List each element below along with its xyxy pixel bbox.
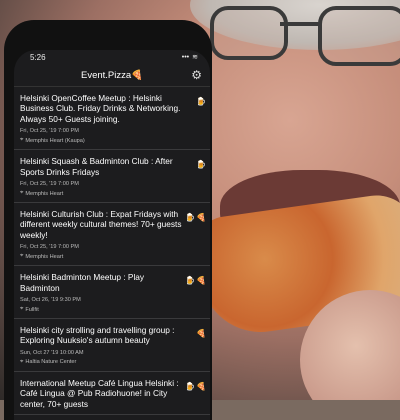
glasses-lens-left: [210, 6, 288, 60]
pizza-emoji-icon: 🍕: [196, 276, 206, 286]
list-item[interactable]: Helsinki Squash & Badminton Club : After…: [14, 150, 210, 204]
event-title: International Meetup Café Lingua Helsink…: [20, 377, 179, 409]
location-pin-icon: ⌖: [20, 253, 24, 260]
location-pin-icon: ⌖: [20, 137, 24, 144]
beer-emoji-icon: 🍺: [196, 160, 206, 170]
event-list: Helsinki OpenCoffee Meetup : Helsinki Bu…: [14, 87, 210, 416]
phone-frame: 5:26 ••• ≋ Event.Pizza🍕 ⚙ Helsinki OpenC…: [4, 20, 212, 420]
event-title: Helsinki Culturish Club : Expat Fridays …: [20, 209, 182, 240]
event-venue: Haltia Nature Center: [25, 359, 77, 366]
debug-banner-corner: [190, 50, 210, 64]
location-pin-icon: ⌖: [20, 306, 24, 313]
event-date: Fri, Oct 25, '19 7:00 PM: [20, 244, 79, 251]
event-venue: Memphis Heart: [25, 190, 64, 197]
event-date: Fri, Oct 25, '19 7:00 PM: [20, 181, 79, 188]
event-date: Sat, Oct 26, '19 9:30 PM: [20, 297, 81, 304]
list-item[interactable]: Helsinki city strolling and travelling g…: [14, 319, 210, 372]
event-date: Sun, Oct 27 '19 10:00 AM: [20, 349, 84, 356]
glasses-bridge: [280, 22, 320, 26]
pizza-emoji-icon: 🍕: [131, 69, 143, 81]
pizza-emoji-icon: 🍕: [196, 329, 206, 339]
beer-emoji-icon: 🍺: [185, 213, 196, 223]
gear-icon[interactable]: ⚙: [191, 68, 202, 82]
event-title: Helsinki Squash & Badminton Club : After…: [20, 156, 173, 177]
beer-emoji-icon: 🍺: [196, 97, 206, 106]
app-title: Event.Pizza🍕: [80, 69, 143, 81]
event-venue: Memphis Heart: [25, 253, 64, 260]
pizza-emoji-icon: 🍕: [196, 381, 206, 391]
event-title: Helsinki city strolling and travelling g…: [20, 325, 175, 346]
beer-emoji-icon: 🍺: [185, 276, 196, 286]
location-pin-icon: ⌖: [20, 358, 24, 365]
location-pin-icon: ⌖: [20, 190, 24, 197]
list-item[interactable]: International Meetup Café Lingua Helsink…: [14, 372, 210, 416]
event-title: Helsinki Badminton Meetup : Play Badmint…: [20, 272, 145, 293]
status-bar: 5:26 ••• ≋: [14, 50, 210, 64]
beer-emoji-icon: 🍺: [185, 381, 196, 391]
status-time: 5:26: [30, 52, 46, 62]
list-item[interactable]: Helsinki OpenCoffee Meetup : Helsinki Bu…: [14, 87, 210, 151]
phone-screen: 5:26 ••• ≋ Event.Pizza🍕 ⚙ Helsinki OpenC…: [14, 50, 210, 420]
event-venue: Memphis Heart (Kaupa): [25, 137, 85, 144]
event-date: Fri, Oct 25, '19 7:00 PM: [20, 128, 79, 135]
app-bar: Event.Pizza🍕 ⚙: [14, 64, 210, 87]
list-item[interactable]: Helsinki Badminton Meetup : Play Badmint…: [14, 266, 210, 320]
signal-icon: •••: [181, 53, 190, 61]
event-venue: Fullfit: [25, 306, 39, 313]
pizza-emoji-icon: 🍕: [196, 213, 206, 223]
event-title: Helsinki OpenCoffee Meetup : Helsinki Bu…: [20, 93, 181, 124]
list-item[interactable]: Helsinki Culturish Club : Expat Fridays …: [14, 203, 210, 267]
glasses-lens-right: [318, 6, 400, 66]
